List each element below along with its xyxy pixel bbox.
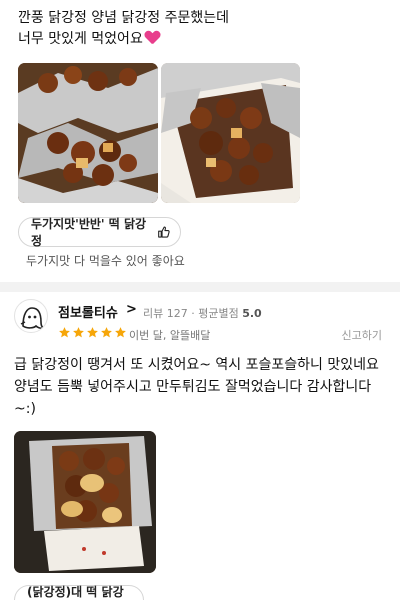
star-icon [115,327,126,338]
star-rating [58,326,127,339]
review-text: 급 닭강정이 땡겨서 또 시켰어요~ 역시 포슬포슬하니 맛있네요 양념도 듬뿍… [14,357,379,417]
rating-average-value: 5.0 [242,307,262,320]
meta-separator: · [191,307,195,320]
review-photo[interactable] [14,431,156,573]
review-text: 깐풍 닭강정 양념 닭강정 주문했는데 너무 맛있게 먹었어요 [18,8,388,50]
star-icon [101,327,112,338]
review-photo[interactable] [161,63,300,203]
ghost-avatar-icon [20,307,47,330]
food-photo [14,431,156,573]
menu-tag-chip[interactable]: (닭강정)대 떡 닭강정 [14,585,144,600]
menu-tag-chip[interactable]: 두가지맛'반반' 떡 닭강정 [18,217,181,248]
rating-average-label: 평균별점 [198,307,239,320]
avatar[interactable] [14,299,48,333]
star-icon [87,327,98,338]
star-icon [73,327,84,338]
review-date: 이번 달, 알뜰배달 [129,329,211,342]
review-text-line: 깐풍 닭강정 양념 닭강정 주문했는데 [18,10,229,26]
chevron-right-icon[interactable]: > [126,302,137,317]
menu-tag-label: (닭강정)대 떡 닭강정 [27,585,124,599]
reviewer-name[interactable]: 점보롤티슈 [58,302,118,321]
menu-tag-label: 두가지맛'반반' 떡 닭강정 [31,217,147,248]
thumbs-up-icon [157,226,170,238]
menu-comment: 두가지맛 다 먹을수 있어 좋아요 [26,254,185,268]
heart-icon [145,31,160,45]
food-photo [161,63,300,203]
section-divider [0,282,400,292]
review-photo[interactable] [18,63,158,203]
report-link[interactable]: 신고하기 [342,327,382,343]
star-icon [59,327,70,338]
reviewer-meta: 리뷰 127 · 평균별점 5.0 [143,305,262,321]
food-photo [18,63,158,203]
review-count: 리뷰 127 [143,307,188,320]
review-text-line: 너무 맛있게 먹었어요 [18,29,388,50]
